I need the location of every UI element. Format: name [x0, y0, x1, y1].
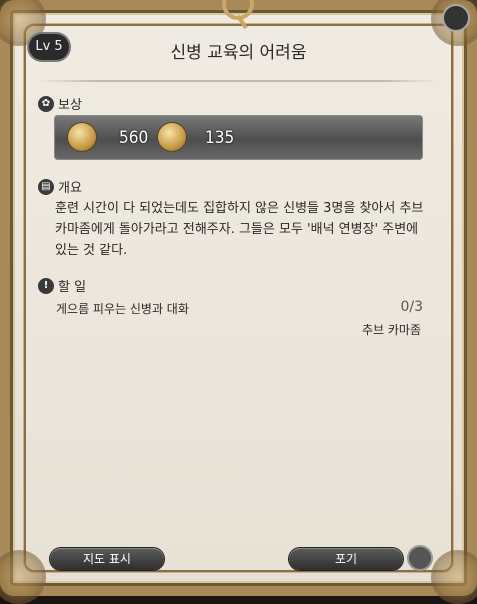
chat-icon[interactable] [409, 547, 431, 569]
quest-panel [24, 24, 453, 572]
reward-bag-icon: ✿ [38, 95, 54, 112]
book-icon: ▤ [38, 178, 54, 195]
gil-coin-icon [158, 123, 186, 151]
exp-icon [68, 123, 96, 151]
summary-header: ▤ 개요 [38, 177, 82, 196]
objective-item: 게으름 피우는 신병과 대화 0/3 [56, 299, 423, 317]
objectives-label: 할 일 [58, 280, 87, 295]
gil-reward-value: 135 [205, 128, 235, 148]
objective-target: 추브 카마좀 [361, 323, 421, 337]
rewards-label: 보상 [58, 98, 82, 113]
reward-bar: 560 135 [54, 115, 423, 160]
rewards-header: ✿ 보상 [38, 94, 82, 113]
objective-text: 게으름 피우는 신병과 대화 [56, 302, 189, 316]
objective-progress: 0/3 [400, 299, 423, 315]
abandon-quest-button[interactable]: 포기 [289, 548, 403, 570]
quest-crest-icon [222, 0, 254, 30]
window-options-icon[interactable] [444, 6, 468, 30]
quest-title: 신병 교육의 어려움 [170, 43, 307, 63]
exclamation-icon: ! [38, 277, 54, 294]
title-divider [38, 80, 439, 82]
objectives-header: ! 할 일 [38, 276, 86, 295]
show-map-button[interactable]: 지도 표시 [50, 548, 164, 570]
summary-label: 개요 [58, 181, 82, 196]
quest-window [0, 0, 477, 596]
exp-reward-value: 560 [119, 128, 149, 148]
quest-summary: 훈련 시간이 다 되었는데도 집합하지 않은 신병들 3명을 찾아서 추브 카마… [55, 201, 424, 258]
